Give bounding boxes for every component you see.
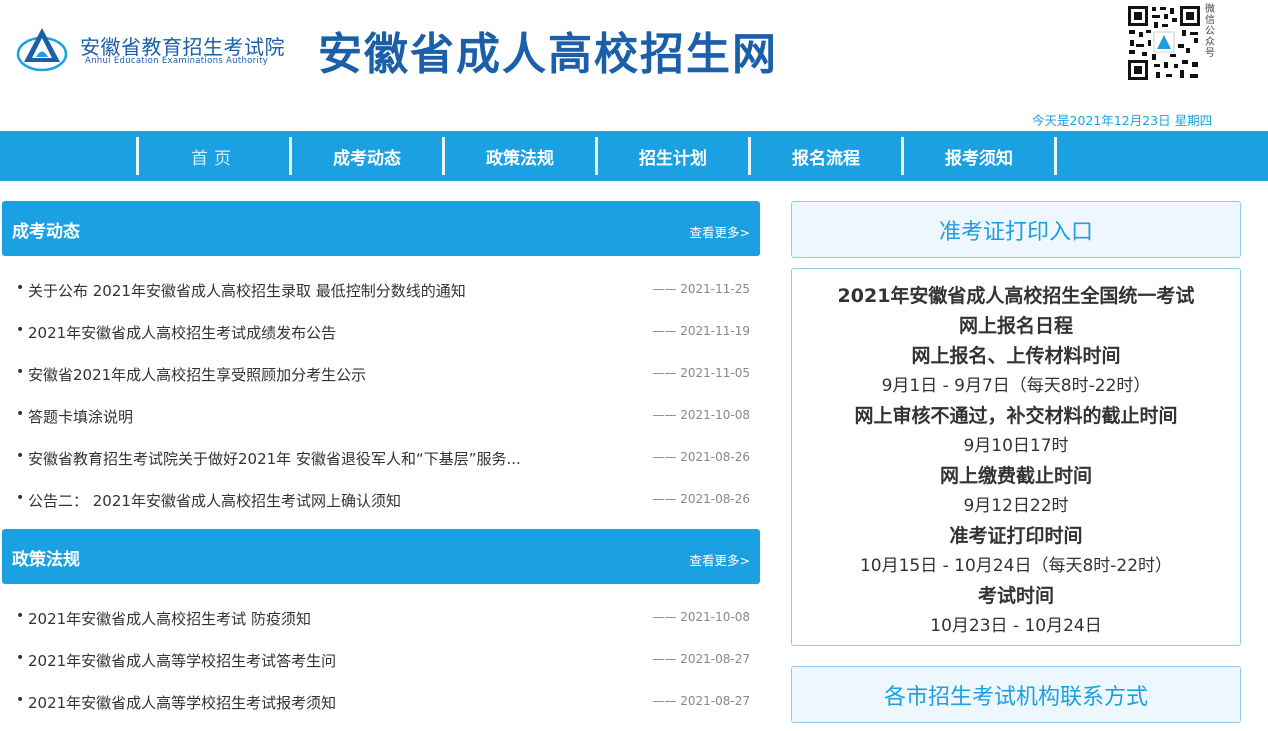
news-section-title: 成考动态 [12,222,80,242]
news-title-link[interactable]: 关于公布 2021年安徽省成人高校招生录取 最低控制分数线的通知 [28,280,466,301]
list-item: • 关于公布 2021年安徽省成人高校招生录取 最低控制分数线的通知 —— 20… [0,268,760,310]
news-date: —— 2021-11-05 [652,366,750,380]
bullet: • [16,608,25,624]
news-title-link[interactable]: 安徽省2021年成人高校招生享受照顾加分考生公示 [28,364,366,385]
list-item: • 2021年安徽省成人高等学校招生考试答考生问 —— 2021-08-27 [0,638,760,680]
list-item: • 2021年安徽省成人高校招生考试 防疫须知 —— 2021-10-08 [0,596,760,638]
registration-schedule-panel: 2021年安徽省成人高校招生全国统一考试 网上报名日程 网上报名、上传材料时间 … [791,268,1241,646]
list-item: • 2021年安徽省成人高等学校招生考试报考须知 —— 2021-08-27 [0,680,760,722]
site-title: 安徽省成人高校招生网 [318,29,778,80]
news-date: —— 2021-08-27 [652,652,750,666]
news-list: • 关于公布 2021年安徽省成人高校招生录取 最低控制分数线的通知 —— 20… [0,268,760,520]
nav-item-policy[interactable]: 政策法规 [445,137,595,175]
news-title-link[interactable]: 公告二： 2021年安徽省成人高校招生考试网上确认须知 [28,490,401,511]
news-title-link[interactable]: 2021年安徽省成人高等学校招生考试答考生问 [28,650,336,671]
schedule-title: 2021年安徽省成人高校招生全国统一考试 [837,285,1195,307]
current-date: 今天是2021年12月23日 星期四 [1032,113,1213,128]
policy-section-title: 政策法规 [12,550,80,570]
schedule-value: 9月1日 - 9月7日（每天8时-22时） [881,376,1151,396]
bullet: • [16,406,25,422]
policy-section-header: 政策法规 查看更多> [2,529,760,584]
schedule-subtitle: 网上报名日程 [958,315,1073,337]
bullet: • [16,364,25,380]
news-title-link[interactable]: 2021年安徽省成人高等学校招生考试报考须知 [28,692,336,713]
list-item: • 2021年安徽省成人高校招生考试成绩发布公告 —— 2021-11-19 [0,310,760,352]
bullet: • [16,280,25,296]
authority-logo-icon [16,28,68,72]
news-date: —— 2021-08-26 [652,492,750,506]
news-title-link[interactable]: 2021年安徽省成人高校招生考试成绩发布公告 [28,322,336,343]
schedule-heading: 考试时间 [977,585,1054,607]
news-date: —— 2021-10-08 [652,408,750,422]
schedule-heading: 网上审核不通过，补交材料的截止时间 [854,405,1178,427]
list-item: • 答题卡填涂说明 —— 2021-10-08 [0,394,760,436]
org-name-en: Anhui Education Examinations Authority [85,56,269,66]
bullet: • [16,692,25,708]
news-date: —— 2021-08-26 [652,450,750,464]
nav-items: 首页 成考动态 政策法规 招生计划 报名流程 报考须知 [136,137,1057,175]
news-section-header: 成考动态 查看更多> [2,201,760,256]
news-title-link[interactable]: 2021年安徽省成人高校招生考试 防疫须知 [28,608,311,629]
schedule-heading: 网上缴费截止时间 [939,465,1092,487]
news-title-link[interactable]: 安徽省教育招生考试院关于做好2021年 安徽省退役军人和“下基层”服务... [28,448,521,469]
policy-more-link[interactable]: 查看更多> [690,550,750,569]
schedule-value: 10月23日 - 10月24日 [930,616,1102,636]
nav-item-exam-notes[interactable]: 报考须知 [904,137,1054,175]
schedule-heading: 准考证打印时间 [949,525,1083,547]
list-item: • 安徽省2021年成人高校招生享受照顾加分考生公示 —— 2021-11-05 [0,352,760,394]
nav-item-enrollment-plan[interactable]: 招生计划 [598,137,748,175]
news-date: —— 2021-10-08 [652,610,750,624]
main-nav: 首页 成考动态 政策法规 招生计划 报名流程 报考须知 [0,131,1268,181]
schedule-value: 9月10日17时 [963,436,1069,456]
bullet: • [16,490,25,506]
nav-item-registration-process[interactable]: 报名流程 [751,137,901,175]
schedule-heading: 网上报名、上传材料时间 [911,345,1121,367]
list-item: • 公告二： 2021年安徽省成人高校招生考试网上确认须知 —— 2021-08… [0,478,760,520]
city-contacts-button[interactable]: 各市招生考试机构联系方式 [791,666,1241,723]
list-item: • 安徽省教育招生考试院关于做好2021年 安徽省退役军人和“下基层”服务...… [0,436,760,478]
news-more-link[interactable]: 查看更多> [690,222,750,241]
site-header: 安徽省教育招生考试院 Anhui Education Examinations … [0,0,1268,131]
admission-ticket-print-button[interactable]: 准考证打印入口 [791,201,1241,258]
nav-divider [1054,137,1057,175]
news-date: —— 2021-11-19 [652,324,750,338]
news-date: —— 2021-11-25 [652,282,750,296]
bullet: • [16,322,25,338]
bullet: • [16,650,25,666]
schedule-value: 10月15日 - 10月24日（每天8时-22时） [859,556,1173,576]
news-title-link[interactable]: 答题卡填涂说明 [28,406,133,427]
policy-list: • 2021年安徽省成人高校招生考试 防疫须知 —— 2021-10-08 • … [0,596,760,722]
schedule-value: 9月12日22时 [963,496,1069,516]
news-date: —— 2021-08-27 [652,694,750,708]
nav-item-home[interactable]: 首页 [139,137,289,175]
qr-caption: 微信公众号 [1205,4,1215,59]
wechat-qr-code-icon [1126,4,1202,82]
bullet: • [16,448,25,464]
nav-item-exam-news[interactable]: 成考动态 [292,137,442,175]
